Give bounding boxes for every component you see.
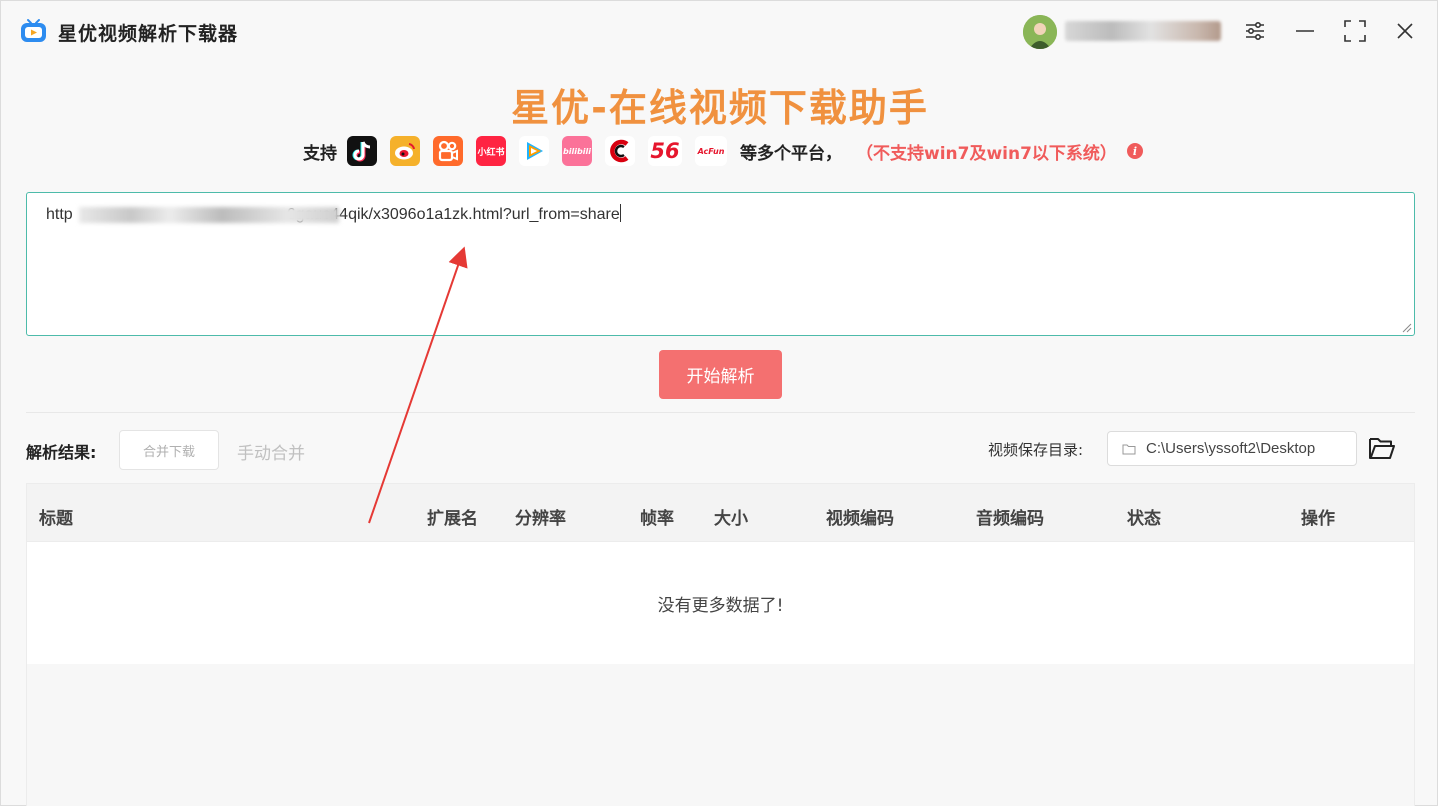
open-folder-icon[interactable] (1368, 435, 1396, 461)
column-header-video-codec: 视频编码 (826, 509, 894, 529)
username-blurred (1065, 21, 1221, 41)
url-redacted-blur (79, 207, 339, 223)
table-header: 标题 扩展名 分辨率 帧率 大小 视频编码 音频编码 状态 操作 (27, 484, 1414, 542)
divider (26, 412, 1415, 413)
column-header-audio-codec: 音频编码 (976, 509, 1044, 529)
weibo-icon (390, 136, 420, 166)
cctv-icon (605, 136, 635, 166)
save-dir-value: C:\Users\yssoft2\Desktop (1146, 440, 1316, 457)
results-label: 解析结果: (26, 443, 97, 462)
acfun-icon: AcFun (695, 136, 727, 166)
support-label: 支持 (303, 143, 337, 164)
column-header-status: 状态 (1127, 509, 1161, 529)
title-bar: 星优视频解析下载器 (1, 1, 1437, 61)
save-dir-field[interactable]: C:\Users\yssoft2\Desktop (1107, 431, 1357, 466)
folder-icon (1122, 444, 1136, 454)
column-header-actions: 操作 (1301, 509, 1335, 529)
column-header-title: 标题 (39, 509, 73, 529)
app-window: 星优视频解析下载器 星优-在线视频下载助手 支持 小红书 bilibili 56… (0, 0, 1438, 806)
url-input[interactable]: http 6gauc44qik/x3096o1a1zk.html?url_from… (26, 192, 1415, 336)
close-icon[interactable] (1390, 16, 1420, 46)
merge-download-button[interactable]: 合并下载 (119, 430, 219, 470)
56-icon: 56 (648, 136, 682, 166)
page-title: 星优-在线视频下载助手 (511, 86, 929, 130)
app-logo-icon (21, 19, 46, 42)
column-header-framerate: 帧率 (640, 509, 674, 529)
column-header-size: 大小 (714, 509, 748, 529)
column-header-resolution: 分辨率 (515, 509, 566, 529)
bilibili-icon: bilibili (562, 136, 592, 166)
column-header-extension: 扩展名 (427, 509, 478, 529)
settings-icon[interactable] (1240, 16, 1270, 46)
os-warning: （不支持win7及win7以下系统） (856, 143, 1117, 164)
app-title: 星优视频解析下载器 (58, 23, 239, 45)
url-prefix: http (46, 206, 73, 223)
maximize-icon[interactable] (1340, 16, 1370, 46)
results-table: 标题 扩展名 分辨率 帧率 大小 视频编码 音频编码 状态 操作 没有更多数据了… (26, 483, 1415, 806)
info-icon[interactable]: i (1126, 143, 1143, 159)
xiaohongshu-icon: 小红书 (476, 136, 506, 166)
avatar[interactable] (1023, 15, 1057, 49)
start-parse-button[interactable]: 开始解析 (659, 350, 782, 399)
minimize-icon[interactable] (1290, 16, 1320, 46)
resize-grip-icon[interactable] (1402, 323, 1412, 333)
save-dir-label: 视频保存目录: (988, 441, 1084, 459)
table-empty-state: 没有更多数据了! (27, 542, 1414, 664)
tencent-video-icon (519, 136, 549, 166)
douyin-icon (347, 136, 377, 166)
text-caret (619, 204, 621, 222)
platform-more-text: 等多个平台， (740, 143, 842, 164)
kuaishou-icon (433, 136, 463, 166)
supported-platforms: 支持 小红书 bilibili 56 AcFun 等多个平台， （不支持win7… (303, 134, 1143, 168)
manual-merge-button[interactable]: 手动合并 (237, 439, 305, 464)
